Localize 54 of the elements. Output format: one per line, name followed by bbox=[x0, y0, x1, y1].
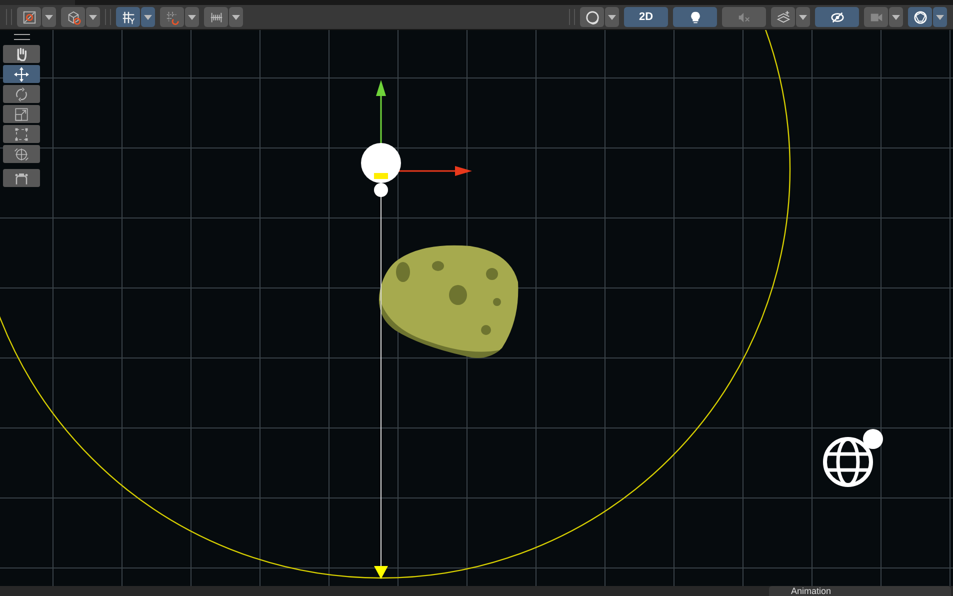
dropdown-button[interactable] bbox=[86, 7, 100, 27]
grid-snap-button[interactable] bbox=[116, 7, 140, 27]
dropdown-button[interactable] bbox=[42, 7, 56, 27]
dropdown-button[interactable] bbox=[605, 7, 619, 27]
snap-icon bbox=[164, 10, 180, 24]
caret-icon bbox=[608, 14, 616, 20]
rotate-tool-icon bbox=[14, 86, 29, 102]
caret-icon bbox=[892, 14, 900, 20]
dropdown-button[interactable] bbox=[185, 7, 199, 27]
gizmo-globe-button[interactable] bbox=[908, 7, 932, 27]
transform-tool-icon bbox=[14, 146, 29, 162]
move-tool[interactable] bbox=[3, 65, 40, 83]
light-bulb-icon bbox=[361, 143, 401, 197]
caret-icon bbox=[144, 14, 152, 20]
custom-tool-icon bbox=[14, 170, 29, 186]
caret-icon bbox=[799, 14, 807, 20]
dropdown-button[interactable] bbox=[141, 7, 155, 27]
dropdown-button[interactable] bbox=[889, 7, 903, 27]
cube-button[interactable] bbox=[61, 7, 85, 27]
snap-button[interactable] bbox=[160, 7, 184, 27]
drag-handle[interactable] bbox=[14, 34, 30, 40]
dropdown-button[interactable] bbox=[933, 7, 947, 27]
scale-tool-icon bbox=[14, 106, 29, 122]
dropdown-button[interactable] bbox=[229, 7, 243, 27]
eye-slash-icon bbox=[830, 10, 844, 24]
dropdown-button[interactable] bbox=[796, 7, 810, 27]
layers-icon bbox=[776, 10, 790, 24]
eye-slash-button[interactable] bbox=[815, 7, 859, 27]
caret-icon bbox=[188, 14, 196, 20]
custom-tool[interactable] bbox=[3, 169, 40, 187]
layers-button[interactable] bbox=[771, 7, 795, 27]
2d-mode-button[interactable]: 2D bbox=[624, 7, 668, 27]
light-bulb-button[interactable] bbox=[673, 7, 717, 27]
move-tool-icon bbox=[14, 66, 29, 82]
caret-icon bbox=[89, 14, 97, 20]
transform-tool[interactable] bbox=[3, 145, 40, 163]
rotate-tool[interactable] bbox=[3, 85, 40, 103]
rect-tool[interactable] bbox=[3, 125, 40, 143]
hand-tool-icon bbox=[14, 46, 29, 62]
shading-button[interactable] bbox=[580, 7, 604, 27]
hand-tool[interactable] bbox=[3, 45, 40, 63]
caret-icon bbox=[45, 14, 53, 20]
grid-snap-icon bbox=[120, 10, 136, 24]
rect-tool-icon bbox=[14, 126, 29, 142]
draw-mode-icon bbox=[22, 10, 36, 24]
scale-tool[interactable] bbox=[3, 105, 40, 123]
globe-icon bbox=[823, 429, 883, 487]
caret-icon bbox=[936, 14, 944, 20]
cube-icon bbox=[66, 10, 80, 24]
draw-mode-button[interactable] bbox=[17, 7, 41, 27]
shading-icon bbox=[584, 10, 600, 24]
caret-icon bbox=[232, 14, 240, 20]
animation-tab[interactable]: Animation bbox=[769, 586, 951, 596]
ruler-button[interactable] bbox=[204, 7, 228, 27]
